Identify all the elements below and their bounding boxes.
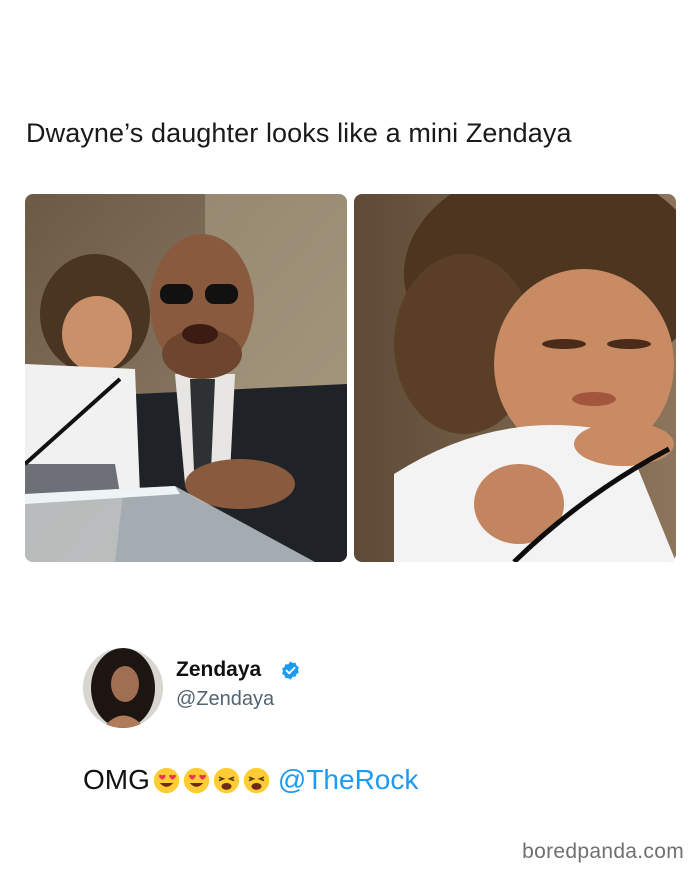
photo-man-holding-child[interactable] <box>25 194 347 562</box>
weary-face-emoji-icon <box>243 767 270 794</box>
photo-child-closeup[interactable] <box>354 194 676 562</box>
site-watermark: boredpanda.com <box>522 840 684 863</box>
heart-eyes-emoji-icon <box>153 767 180 794</box>
avatar-image <box>83 648 163 728</box>
heart-eyes-emoji-icon <box>183 767 210 794</box>
photo-left-illustration <box>25 194 347 562</box>
weary-face-emoji-icon <box>213 767 240 794</box>
tweet-text-prefix: OMG <box>83 764 150 795</box>
post-caption: Dwayne’s daughter looks like a mini Zend… <box>26 118 572 148</box>
verified-badge-icon <box>280 660 301 681</box>
photo-right-illustration <box>354 194 676 562</box>
tweet-mention-link[interactable]: @TheRock <box>278 764 418 796</box>
tweet-text: OMG @TheRock <box>83 764 418 796</box>
tweet-author-name[interactable]: Zendaya <box>176 658 261 682</box>
tweet-author-handle[interactable]: @Zendaya <box>176 688 274 711</box>
avatar[interactable] <box>83 648 163 728</box>
